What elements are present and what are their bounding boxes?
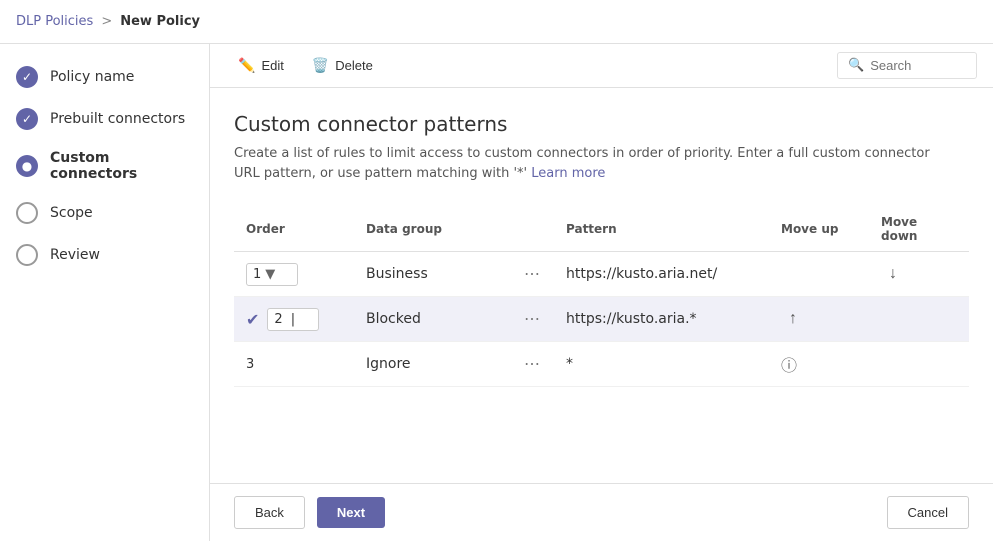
page-content: Custom connector patterns Create a list … (210, 88, 993, 411)
step-indicator-1: ✓ (16, 66, 38, 88)
order-select-2[interactable]: 2 | (267, 308, 319, 331)
info-icon[interactable]: ⓘ (781, 352, 797, 376)
edit-label: Edit (261, 58, 283, 73)
pattern-value: https://kusto.aria.* (566, 311, 697, 327)
breadcrumb-separator: > (101, 14, 112, 29)
edit-button[interactable]: ✏️ Edit (226, 51, 296, 80)
move-down-cell (869, 342, 969, 387)
breadcrumb: DLP Policies > New Policy (16, 14, 977, 29)
pattern-cell: * (554, 342, 769, 387)
back-button[interactable]: Back (234, 496, 305, 529)
search-icon: 🔍 (848, 58, 864, 73)
order-value: 3 (246, 357, 254, 372)
pattern-value: * (566, 356, 573, 372)
sidebar-item-scope[interactable]: Scope (0, 192, 209, 234)
pattern-cell: https://kusto.aria.* (554, 297, 769, 342)
search-box: 🔍 (837, 52, 977, 79)
order-cell: 3 (234, 342, 354, 387)
next-button[interactable]: Next (317, 497, 385, 528)
col-pattern: Pattern (554, 207, 769, 252)
move-down-cell (869, 297, 969, 342)
move-down-cell: ↓ (869, 252, 969, 297)
order-cell: 1 ▼ (234, 252, 354, 297)
footer: Back Next Cancel (210, 483, 993, 541)
breadcrumb-parent[interactable]: DLP Policies (16, 14, 93, 29)
table-row: ✔ 2 | Blocked (234, 297, 969, 342)
actions-cell: ⋯ (514, 252, 554, 297)
move-up-cell (769, 252, 869, 297)
edit-icon: ✏️ (238, 57, 255, 74)
sidebar-item-custom-connectors[interactable]: ● Custom connectors (0, 140, 209, 192)
toolbar: ✏️ Edit 🗑️ Delete 🔍 (210, 44, 993, 88)
data-group-value: Ignore (366, 356, 411, 372)
move-up-cell: ⓘ (769, 342, 869, 387)
sidebar-item-label: Scope (50, 205, 93, 221)
table-row: 1 ▼ Business (234, 252, 969, 297)
top-bar: DLP Policies > New Policy (0, 0, 993, 44)
col-data-group: Data group (354, 207, 514, 252)
table-row: 3 Ignore ⋯ (234, 342, 969, 387)
search-input[interactable] (870, 58, 966, 73)
check-icon: ✔ (246, 310, 259, 329)
cursor-icon: | (291, 312, 295, 327)
sidebar-item-review[interactable]: Review (0, 234, 209, 276)
delete-button[interactable]: 🗑️ Delete (300, 51, 385, 80)
order-select-1[interactable]: 1 ▼ (246, 263, 298, 286)
step-indicator-4 (16, 202, 38, 224)
sidebar: ✓ Policy name ✓ Prebuilt connectors ● Cu… (0, 44, 210, 541)
move-up-cell: ↑ (769, 297, 869, 342)
step-indicator-3: ● (16, 155, 38, 177)
col-actions (514, 207, 554, 252)
data-group-value: Business (366, 266, 428, 282)
col-order: Order (234, 207, 354, 252)
sidebar-item-label: Custom connectors (50, 150, 193, 182)
step-indicator-5 (16, 244, 38, 266)
page-description: Create a list of rules to limit access t… (234, 144, 934, 183)
move-up-button-2[interactable]: ↑ (781, 306, 805, 332)
cancel-button[interactable]: Cancel (887, 496, 969, 529)
col-move-down: Move down (869, 207, 969, 252)
row-actions-button-2[interactable]: ⋯ (518, 305, 546, 333)
data-group-cell: Business (354, 252, 514, 297)
chevron-down-icon: ▼ (265, 267, 275, 282)
order-cell: ✔ 2 | (234, 297, 354, 342)
sidebar-item-policy-name[interactable]: ✓ Policy name (0, 56, 209, 98)
delete-icon: 🗑️ (312, 57, 329, 74)
content-area: Custom connector patterns Create a list … (210, 88, 993, 483)
actions-cell: ⋯ (514, 297, 554, 342)
sidebar-item-prebuilt-connectors[interactable]: ✓ Prebuilt connectors (0, 98, 209, 140)
delete-label: Delete (335, 58, 373, 73)
sidebar-item-label: Prebuilt connectors (50, 111, 185, 127)
order-value: 2 (274, 312, 282, 327)
page-title: Custom connector patterns (234, 112, 969, 136)
row-actions-button-3[interactable]: ⋯ (518, 350, 546, 378)
col-move-up: Move up (769, 207, 869, 252)
actions-cell: ⋯ (514, 342, 554, 387)
sidebar-item-label: Policy name (50, 69, 134, 85)
sidebar-item-label: Review (50, 247, 100, 263)
row-actions-button-1[interactable]: ⋯ (518, 260, 546, 288)
data-group-value: Blocked (366, 311, 421, 327)
move-down-button-1[interactable]: ↓ (881, 261, 905, 287)
pattern-cell: https://kusto.aria.net/ (554, 252, 769, 297)
data-group-cell: Ignore (354, 342, 514, 387)
data-group-cell: Blocked (354, 297, 514, 342)
order-value: 1 (253, 267, 261, 282)
breadcrumb-current: New Policy (120, 14, 200, 29)
learn-more-link[interactable]: Learn more (531, 166, 605, 181)
pattern-value: https://kusto.aria.net/ (566, 266, 717, 282)
connector-table: Order Data group Pattern Move up Move do… (234, 207, 969, 387)
step-indicator-2: ✓ (16, 108, 38, 130)
